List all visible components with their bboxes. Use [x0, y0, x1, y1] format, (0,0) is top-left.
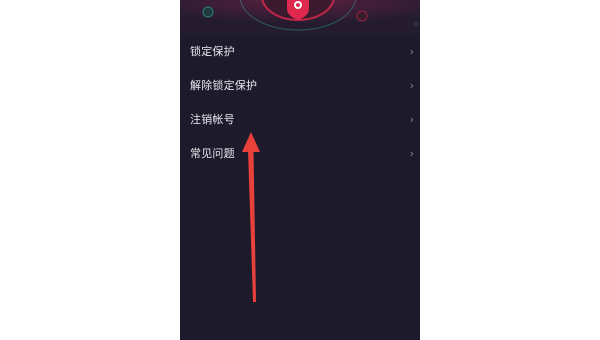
menu-item-unlock-protection[interactable]: 解除锁定保护 ›: [180, 68, 420, 102]
chevron-right-icon: ›: [409, 112, 414, 126]
settings-menu: 锁定保护 › 解除锁定保护 › 注销帐号 › 常见问题 ›: [180, 34, 420, 170]
chevron-right-icon: ›: [409, 44, 414, 58]
menu-item-label: 注销帐号: [190, 113, 235, 126]
header-banner: [180, 0, 420, 34]
chevron-right-icon: ›: [409, 146, 414, 160]
menu-item-delete-account[interactable]: 注销帐号 ›: [180, 102, 420, 136]
shield-icon: [287, 0, 309, 20]
chevron-right-icon: ›: [409, 78, 414, 92]
menu-item-label: 锁定保护: [190, 45, 235, 58]
menu-item-faq[interactable]: 常见问题 ›: [180, 136, 420, 170]
screenshot-canvas: 锁定保护 › 解除锁定保护 › 注销帐号 › 常见问题 ›: [0, 0, 600, 340]
menu-item-lock-protection[interactable]: 锁定保护 ›: [180, 34, 420, 68]
menu-item-label: 解除锁定保护: [190, 79, 258, 92]
menu-item-label: 常见问题: [190, 147, 235, 160]
phone-screen: 锁定保护 › 解除锁定保护 › 注销帐号 › 常见问题 ›: [180, 0, 420, 340]
